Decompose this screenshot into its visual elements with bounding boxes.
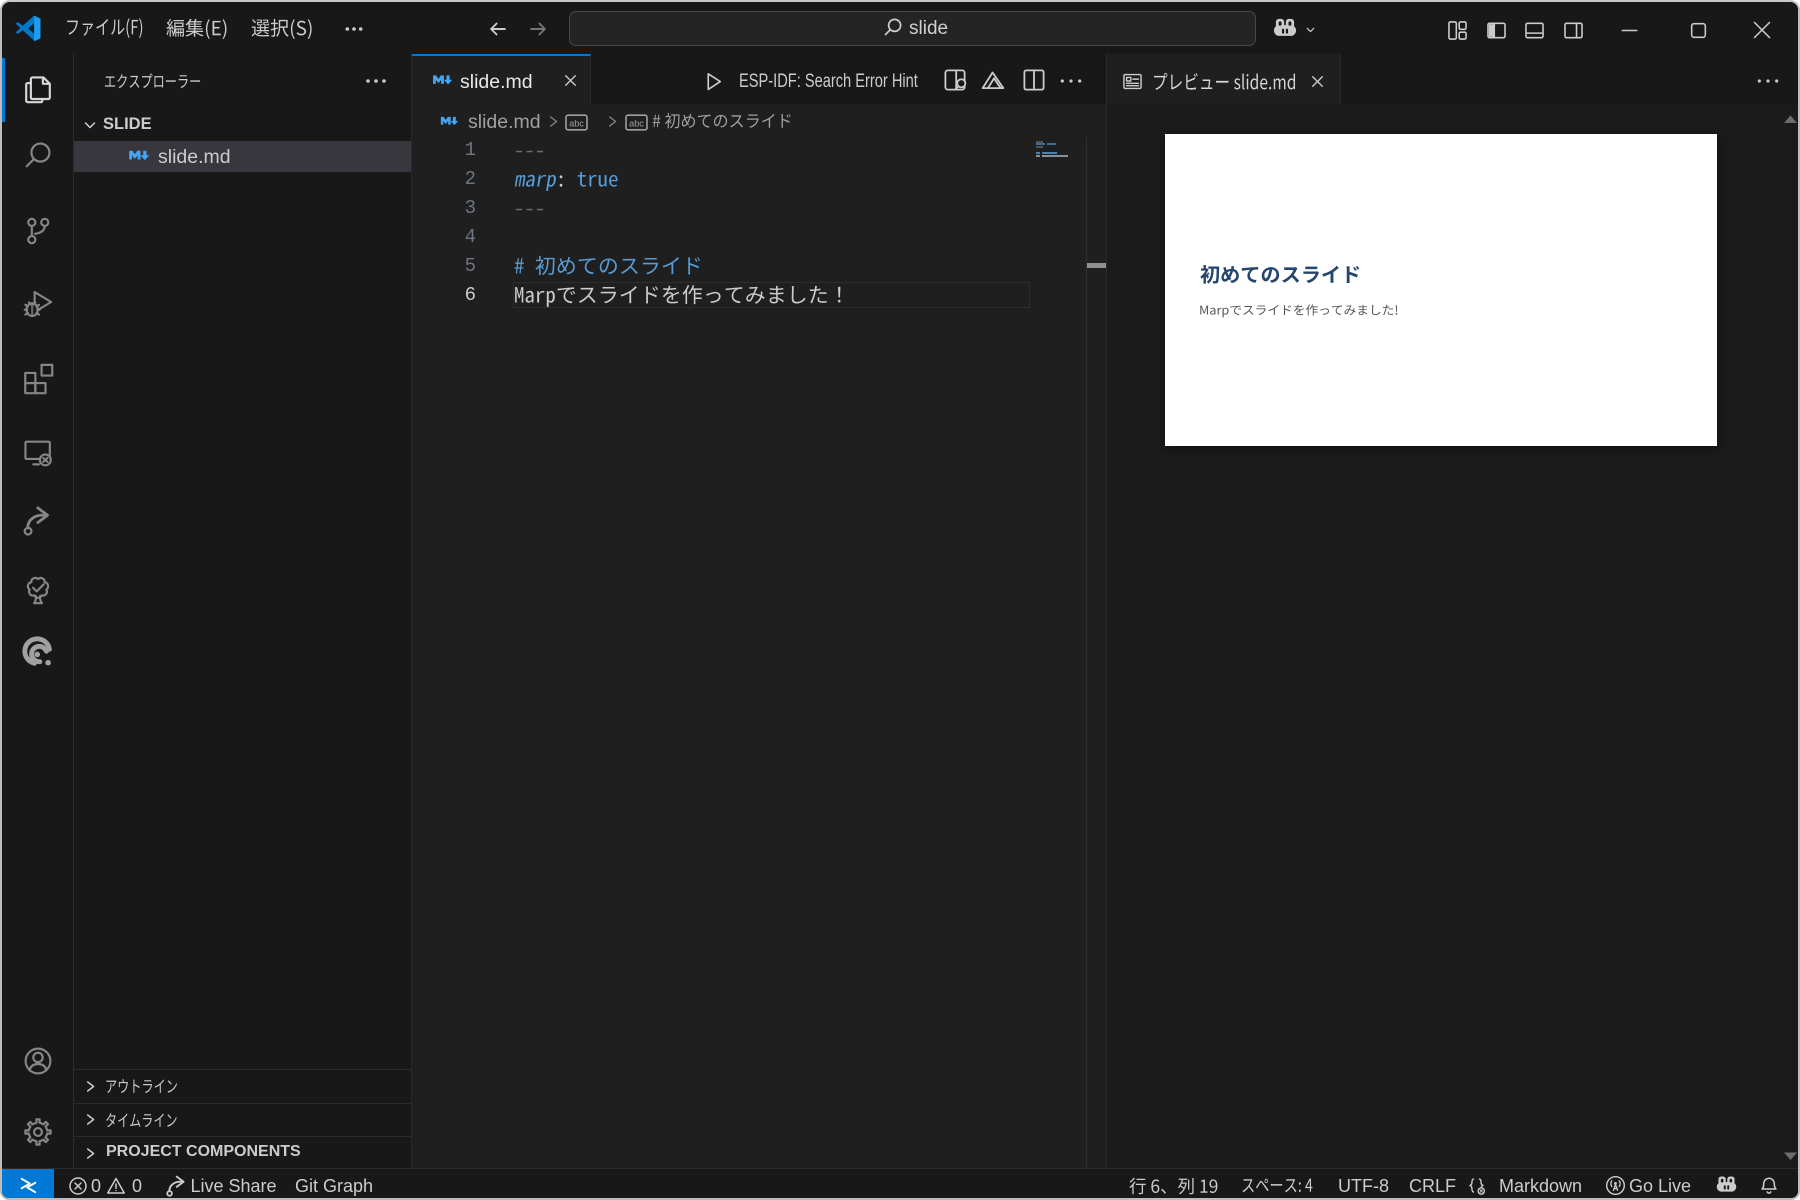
svg-text:abc: abc <box>569 118 584 128</box>
svg-text:abc: abc <box>629 118 644 128</box>
